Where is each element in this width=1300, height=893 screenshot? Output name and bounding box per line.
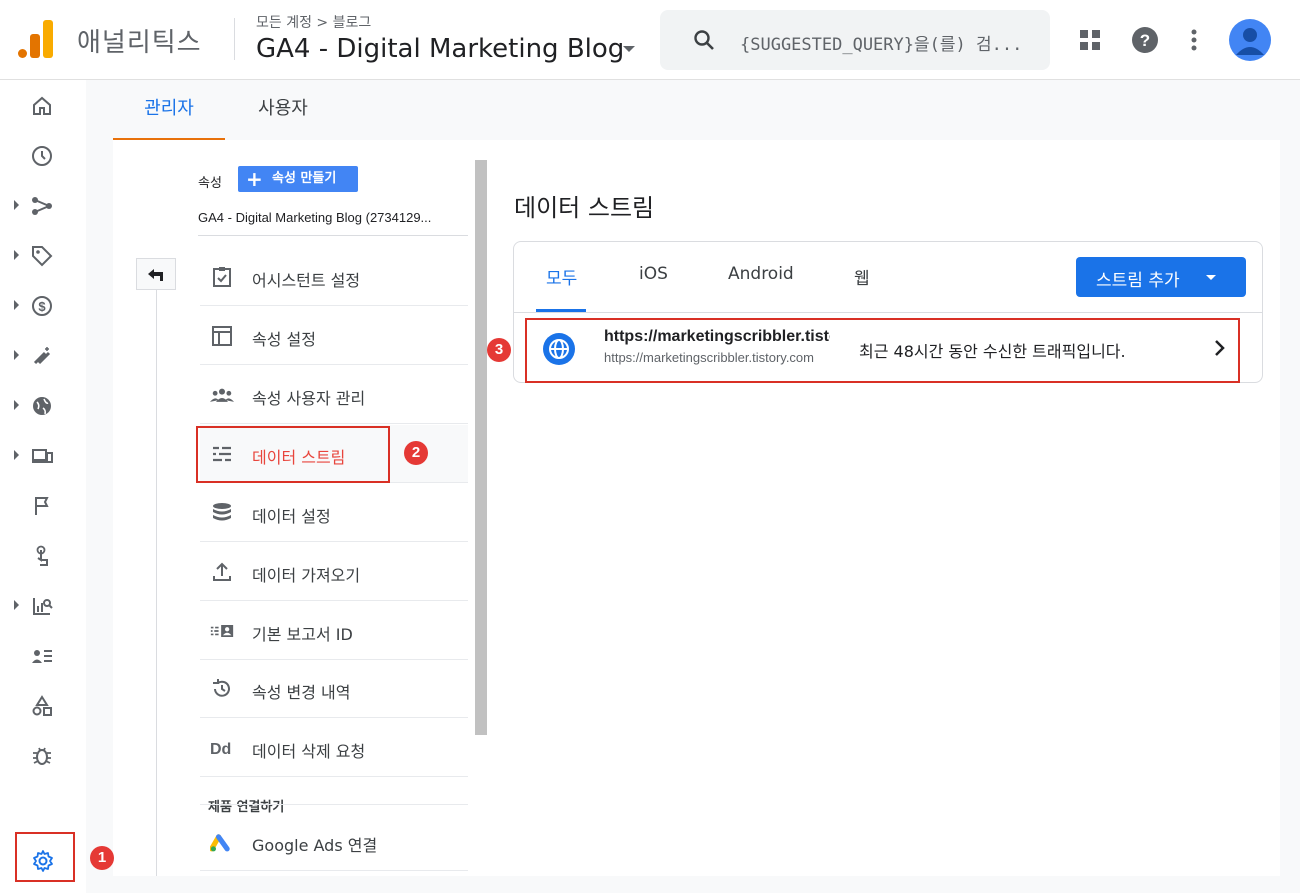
help-icon[interactable]: ?: [1131, 26, 1159, 54]
menu-item-google-ads-link[interactable]: Google Ads 연결: [200, 813, 468, 871]
expand-caret-icon[interactable]: [14, 300, 19, 310]
expand-caret-icon[interactable]: [14, 600, 19, 610]
chevron-down-icon: [1206, 275, 1216, 280]
dd-icon: Dd: [210, 741, 231, 758]
account-breadcrumb[interactable]: 모든 계정 > 블로그: [256, 12, 371, 32]
devices-icon[interactable]: [30, 444, 54, 468]
people-icon: [210, 388, 234, 402]
expand-caret-icon[interactable]: [14, 350, 19, 360]
analytics-search-icon[interactable]: [30, 594, 54, 618]
account-avatar[interactable]: [1229, 19, 1271, 61]
tab-web[interactable]: 웹: [854, 264, 870, 289]
more-vert-icon[interactable]: [1190, 28, 1198, 52]
magnet-icon[interactable]: [30, 344, 54, 368]
tab-ios[interactable]: iOS: [639, 264, 668, 284]
menu-item-label: 데이터 가져오기: [252, 566, 361, 585]
property-name-selector[interactable]: GA4 - Digital Marketing Blog (2734129...: [198, 210, 468, 236]
menu-item-label: 기본 보고서 ID: [252, 625, 353, 644]
shapes-icon[interactable]: [30, 694, 54, 718]
svg-text:?: ?: [1140, 31, 1150, 50]
database-icon: [213, 503, 231, 521]
header-divider: [234, 18, 235, 60]
menu-item-label: 데이터 설정: [252, 507, 331, 526]
checklist-icon: [213, 267, 231, 287]
page-title: 데이터 스트림: [514, 194, 655, 222]
menu-item-label: 속성 변경 내역: [252, 683, 351, 702]
search-bar[interactable]: {SUGGESTED_QUERY}을(를) 검...: [660, 10, 1050, 70]
menu-item-change-history[interactable]: 속성 변경 내역: [200, 660, 468, 718]
add-stream-button[interactable]: 스트림 추가: [1076, 257, 1246, 297]
flag-icon[interactable]: [30, 494, 54, 518]
tab-all[interactable]: 모두: [546, 264, 577, 289]
panel-connector-line: [156, 290, 157, 876]
menu-item-label: 어시스턴트 설정: [252, 271, 361, 290]
expand-caret-icon[interactable]: [14, 250, 19, 260]
journey-icon[interactable]: [30, 194, 54, 218]
menu-item-label: 속성 설정: [252, 330, 316, 349]
property-label: 속성: [198, 176, 222, 191]
card-divider: [514, 312, 1262, 313]
annotation-box-admin-gear: [15, 832, 75, 882]
layout-icon: [212, 326, 232, 346]
expand-caret-icon[interactable]: [14, 200, 19, 210]
analytics-logo[interactable]: [18, 18, 54, 58]
person-icon: [1236, 28, 1264, 55]
create-property-button[interactable]: + 속성 만들기: [238, 166, 358, 192]
top-bar: 애널리틱스 모든 계정 > 블로그 GA4 - Digital Marketin…: [0, 0, 1300, 80]
back-arrow-icon: [148, 269, 163, 281]
globe-icon[interactable]: [30, 394, 54, 418]
admin-tabs: 관리자 사용자: [113, 80, 1283, 140]
upload-icon: [213, 562, 231, 581]
menu-item-label: 속성 사용자 관리: [252, 389, 366, 408]
svg-text:$: $: [38, 299, 46, 314]
google-ads-icon: [210, 834, 230, 852]
svg-text:Dd: Dd: [210, 741, 231, 758]
bug-icon[interactable]: [30, 744, 54, 768]
property-selector[interactable]: GA4 - Digital Marketing Blog: [256, 34, 624, 64]
tab-android[interactable]: Android: [728, 264, 794, 284]
annotation-badge-3: 3: [487, 338, 511, 362]
panel-scrollbar[interactable]: [475, 160, 487, 735]
menu-item-user-management[interactable]: 속성 사용자 관리: [200, 366, 468, 424]
menu-item-label: 데이터 삭제 요청: [252, 742, 366, 761]
left-navigation: $: [0, 80, 86, 893]
search-icon: [694, 30, 714, 50]
chevron-down-icon[interactable]: [623, 46, 635, 52]
history-icon: [213, 679, 230, 697]
expand-caret-icon[interactable]: [14, 450, 19, 460]
product-name: 애널리틱스: [77, 28, 202, 58]
tag-icon[interactable]: [30, 244, 54, 268]
dollar-icon[interactable]: $: [30, 294, 54, 318]
menu-item-data-settings[interactable]: 데이터 설정: [200, 484, 468, 542]
section-divider: [200, 804, 468, 805]
annotation-badge-2: 2: [404, 441, 428, 465]
touch-icon[interactable]: [30, 544, 54, 568]
back-button[interactable]: [136, 258, 176, 290]
plus-icon: +: [246, 167, 263, 191]
annotation-badge-1: 1: [90, 846, 114, 870]
tab-admin[interactable]: 관리자: [113, 80, 225, 140]
realtime-clock-icon[interactable]: [30, 144, 54, 168]
apps-grid-icon[interactable]: [1079, 29, 1101, 51]
menu-item-data-deletion[interactable]: Dd 데이터 삭제 요청: [200, 719, 468, 777]
menu-item-label: Google Ads 연결: [252, 836, 378, 855]
audience-list-icon[interactable]: [30, 644, 54, 668]
home-icon[interactable]: [30, 94, 54, 118]
annotation-box-stream-row: [525, 318, 1240, 383]
id-card-icon: [210, 625, 234, 637]
annotation-box-data-streams: [196, 426, 390, 483]
search-input[interactable]: {SUGGESTED_QUERY}을(를) 검...: [740, 30, 1040, 55]
tab-user[interactable]: 사용자: [253, 80, 313, 140]
menu-item-assistant-settings[interactable]: 어시스턴트 설정: [200, 248, 468, 306]
expand-caret-icon[interactable]: [14, 400, 19, 410]
menu-item-data-import[interactable]: 데이터 가져오기: [200, 543, 468, 601]
menu-item-reporting-id[interactable]: 기본 보고서 ID: [200, 602, 468, 660]
menu-item-property-settings[interactable]: 속성 설정: [200, 307, 468, 365]
